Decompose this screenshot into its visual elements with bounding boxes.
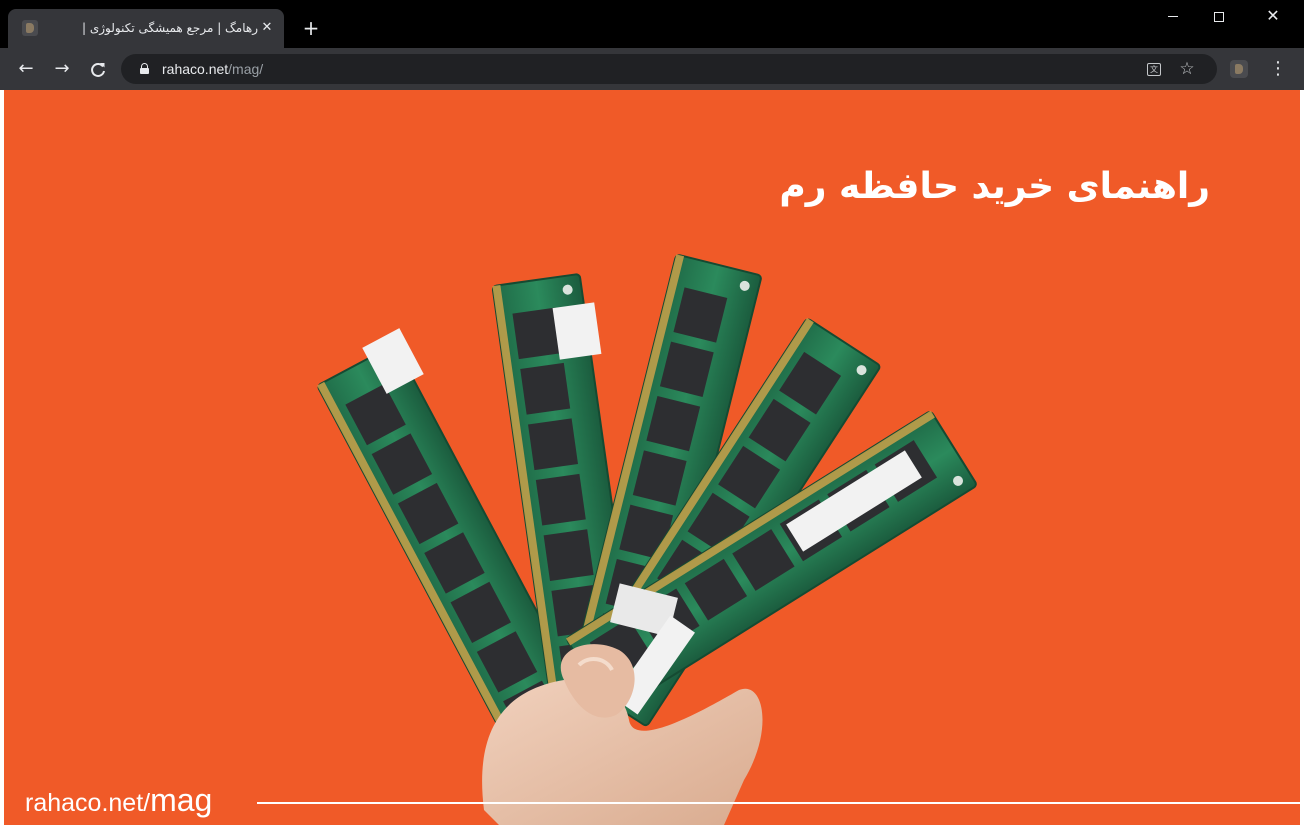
url-text[interactable]: rahaco.net/mag/ [162,60,263,78]
address-bar[interactable]: rahaco.net/mag/ 文 ☆ [121,54,1217,84]
tab-close-icon[interactable]: ✕ [258,19,276,37]
reload-button[interactable] [85,57,111,83]
reload-icon [91,62,105,77]
footer-divider [257,802,1300,804]
maximize-icon [1214,11,1224,22]
page-headline: راهنمای خرید حافظه رم [779,166,1210,207]
translate-icon[interactable]: 文 [1143,58,1165,80]
site-favicon-icon [22,20,38,36]
extension-icon[interactable] [1230,60,1248,78]
browser-titlebar: رهامگ | مرجع همیشگی تکنولوژی | ✕ + ✕ [0,0,1304,48]
back-button[interactable]: ← [13,57,39,83]
window-close-button[interactable]: ✕ [1250,0,1296,32]
minimize-button[interactable] [1150,0,1196,32]
more-menu-icon[interactable]: ⋮ [1266,57,1290,81]
footer-site-url: rahaco.net/mag [25,782,212,819]
minimize-icon [1168,16,1178,17]
url-host: rahaco.net [162,61,229,77]
footer-url-suffix: mag [150,782,213,818]
url-path: /mag/ [228,61,264,77]
tab-title: رهامگ | مرجع همیشگی تکنولوژی | [81,21,258,35]
bookmark-star-icon[interactable]: ☆ [1176,58,1198,80]
maximize-button[interactable] [1196,0,1242,32]
browser-tab[interactable]: رهامگ | مرجع همیشگی تکنولوژی | ✕ [8,9,284,48]
new-tab-button[interactable]: + [300,17,322,39]
lock-icon[interactable] [140,63,149,74]
forward-button[interactable]: → [49,57,75,83]
hero-banner: راهنمای خرید حافظه رم rahaco.net/mag [4,90,1300,825]
footer-url-prefix: rahaco.net/ [25,789,151,817]
browser-toolbar: ← → rahaco.net/mag/ 文 ☆ ⋮ [0,48,1304,90]
